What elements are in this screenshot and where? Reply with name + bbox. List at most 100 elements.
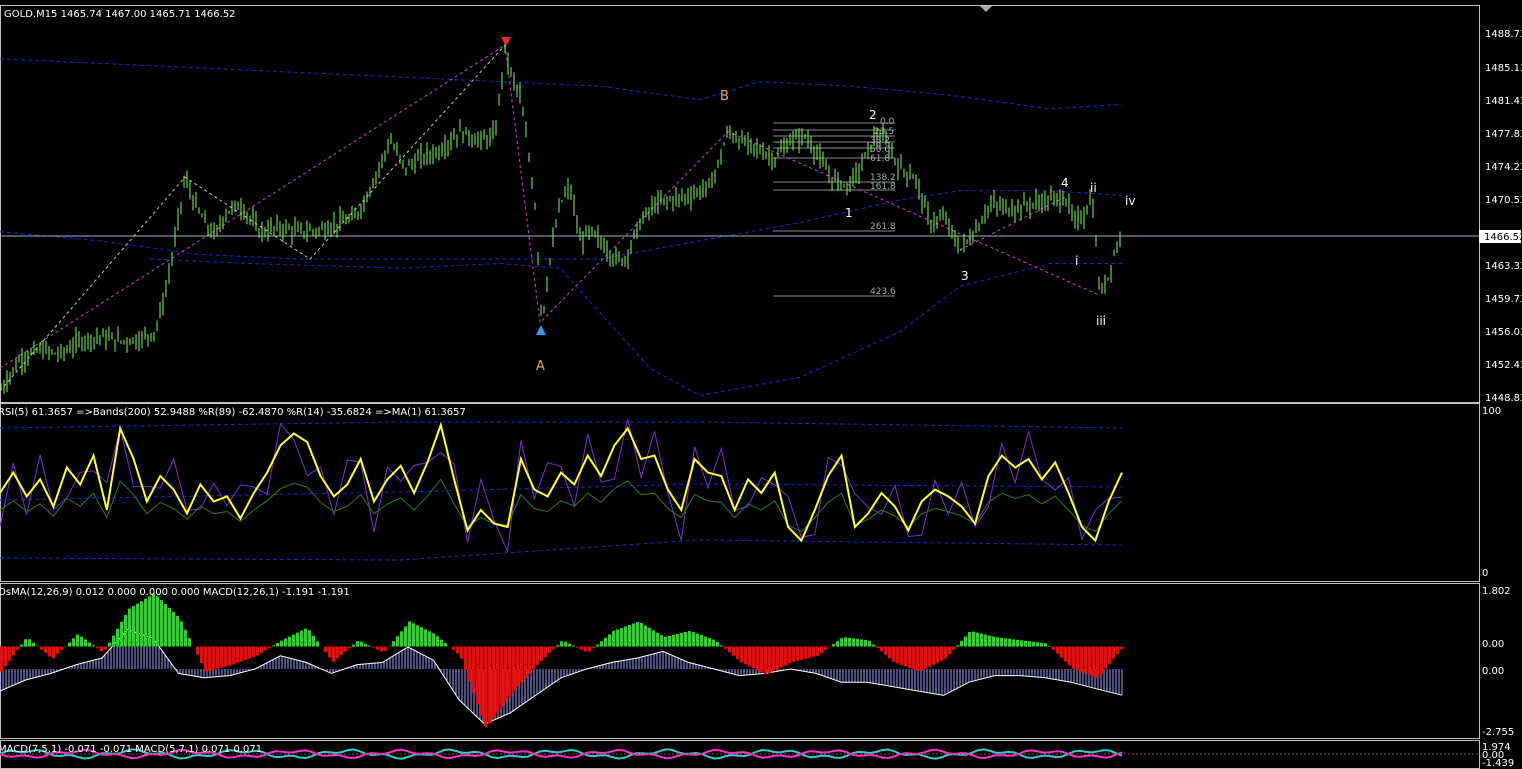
osma-bar <box>360 641 363 647</box>
osma-bar <box>84 639 87 647</box>
osma-bar <box>904 646 907 667</box>
osma-bar <box>1120 646 1123 649</box>
osma-bar <box>180 621 183 647</box>
osma-bar <box>788 646 791 664</box>
osma-bar <box>900 646 903 665</box>
osma-bar <box>108 642 111 647</box>
osma-bar <box>368 645 371 647</box>
osma-bar <box>680 632 683 647</box>
osma-bar <box>592 646 595 648</box>
osma-bar <box>632 623 635 647</box>
osma-bar <box>552 646 555 650</box>
osma-bar <box>776 646 779 670</box>
osma-bar <box>940 646 943 661</box>
price-panel <box>0 6 1479 397</box>
y-tick: 1448.83 <box>1485 393 1522 404</box>
osma-bar <box>164 604 167 647</box>
osma-bar <box>364 643 367 647</box>
osma-bar <box>880 646 883 652</box>
osma-bar <box>16 646 19 650</box>
osma-bar <box>668 635 671 647</box>
osma-bar <box>284 638 287 647</box>
osma-bar <box>472 646 475 693</box>
osma-bar <box>212 646 215 670</box>
osma-bar <box>1028 641 1031 647</box>
osma-bar <box>820 646 823 653</box>
osma-bar <box>200 646 203 664</box>
osma-bar <box>440 639 443 647</box>
osma-bar <box>908 646 911 668</box>
osma-bar <box>340 646 343 655</box>
fib-label: 423.6 <box>870 287 896 297</box>
osma-bar <box>232 646 235 665</box>
osma-bar <box>248 646 251 659</box>
osma-bar <box>260 646 263 653</box>
osma-bar <box>76 634 79 647</box>
osma-bar <box>280 640 283 647</box>
fib-label: 61.8 <box>870 154 890 164</box>
osma-axis-zero-2: 0.00 <box>1482 666 1504 677</box>
osma-bar <box>412 623 415 647</box>
osma-bar <box>208 646 211 671</box>
osma-bar <box>708 638 711 647</box>
osma-bar <box>32 642 35 647</box>
osma-bar <box>868 641 871 647</box>
osma-bar <box>576 646 579 648</box>
osma-bar <box>1036 642 1039 647</box>
osma-bar <box>300 630 303 647</box>
rsi-panel <box>0 419 1123 561</box>
osma-bar <box>168 608 171 647</box>
y-tick: 1485.13 <box>1485 63 1522 74</box>
osma-bar <box>348 646 351 648</box>
osma-axis-zero: 0.00 <box>1482 639 1504 650</box>
osma-bar <box>48 646 51 657</box>
osma-bar <box>452 646 455 650</box>
osma-bar <box>864 639 867 647</box>
osma-bar <box>772 646 775 672</box>
osma-axis-top: 1.802 <box>1482 586 1511 597</box>
fib-label: 261.8 <box>870 222 896 232</box>
osma-bar <box>740 646 743 663</box>
osma-bar <box>12 646 15 656</box>
buy-arrow-icon <box>536 325 546 335</box>
osma-bar <box>372 646 375 648</box>
osma-bar <box>292 634 295 647</box>
osma-bar <box>500 646 503 708</box>
fib-label: 161.8 <box>870 182 896 192</box>
osma-bar <box>124 614 127 647</box>
osma-bar <box>976 632 979 647</box>
osma-bar <box>672 634 675 647</box>
osma-bar <box>544 646 547 657</box>
osma-bar <box>288 636 291 647</box>
osma-bar <box>256 646 259 656</box>
osma-bar <box>588 646 591 652</box>
osma-bar <box>572 645 575 647</box>
osma-bar <box>436 636 439 647</box>
small-macd-header: MACD(7,5,1) -0.071 -0.071 MACD(5,7,1) 0.… <box>0 744 262 755</box>
y-tick: 1481.43 <box>1485 96 1522 107</box>
wave-label-iii: iii <box>1096 314 1106 328</box>
osma-bar <box>396 636 399 647</box>
osma-bar <box>96 646 99 649</box>
osma-bar <box>952 646 955 650</box>
wave-label-i: i <box>1075 254 1078 268</box>
osma-bar <box>68 642 71 647</box>
osma-bar <box>464 646 467 671</box>
osma-bar <box>128 608 131 647</box>
osma-bar <box>656 632 659 647</box>
osma-bar <box>304 628 307 647</box>
osma-bar <box>840 638 843 647</box>
rsi-header: RSI(5) 61.3657 =>Bands(200) 52.9488 %R(8… <box>0 407 466 418</box>
osma-bar <box>356 641 359 647</box>
osma-bar <box>380 646 383 652</box>
osma-bar <box>660 635 663 647</box>
osma-bar <box>228 646 231 666</box>
osma-bar <box>268 646 271 648</box>
osma-bar <box>872 644 875 647</box>
osma-bar <box>676 633 679 647</box>
osma-bar <box>752 646 755 669</box>
osma-bar <box>484 646 487 727</box>
y-tick: 1459.73 <box>1485 294 1522 305</box>
osma-bar <box>40 646 43 650</box>
osma-bar <box>480 646 483 716</box>
